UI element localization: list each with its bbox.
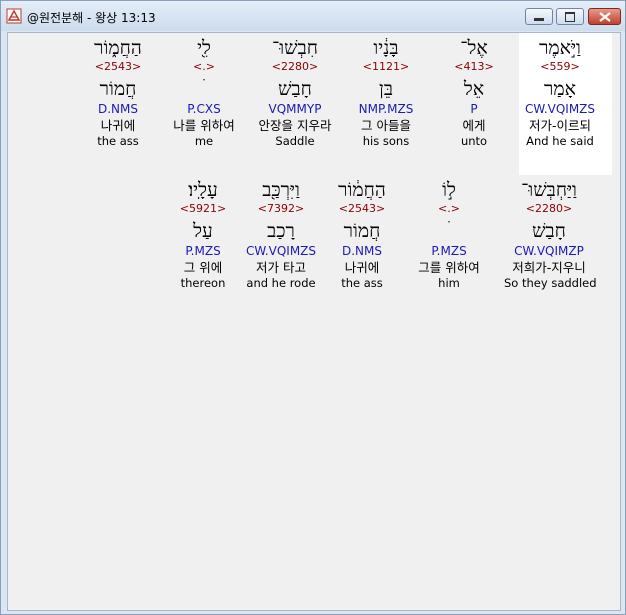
word-cell[interactable]: הַחֲמ֔וֹר <2543> חֲמוֹר D.NMS 나귀에 the ass bbox=[317, 179, 407, 290]
korean-gloss: 저가-이르되 bbox=[528, 118, 591, 133]
morph-code: P.MZS bbox=[431, 244, 467, 258]
korean-gloss: 저희가-지우니 bbox=[512, 260, 586, 275]
word-cell[interactable]: אֶל־ <413> אֵל P 에게 unto bbox=[429, 37, 519, 148]
hebrew-word: וַיִּרְכַּ֖ב bbox=[262, 179, 300, 201]
app-window: @원전분해 - 왕상 13:13 וַיֹּ֣אמֶר <559> אָמַר CW.… bbox=[0, 0, 626, 615]
morph-code: VQMMYP bbox=[268, 102, 322, 116]
english-gloss: thereon bbox=[180, 276, 226, 290]
korean-gloss: 안장을 지우라 bbox=[258, 118, 332, 133]
morph-code: D.NMS bbox=[97, 102, 138, 116]
morph-code: CW.VQIMZS bbox=[524, 102, 596, 116]
close-icon bbox=[599, 12, 611, 22]
strong-number[interactable]: <.> bbox=[404, 202, 494, 216]
hebrew-word: הַחֲמ֔וֹר bbox=[338, 179, 386, 201]
korean-gloss: 그 위에 bbox=[183, 260, 223, 275]
english-gloss: his sons bbox=[362, 134, 410, 148]
korean-gloss: 에게 bbox=[462, 118, 486, 133]
hebrew-word: בָּנָ֔יו bbox=[373, 37, 399, 59]
hebrew-word: ל֣וֹ bbox=[442, 179, 456, 201]
word-cell[interactable]: לִ֖י<.>ׄ P.CXS 나를 위하여me bbox=[159, 37, 249, 148]
close-button[interactable] bbox=[588, 8, 621, 25]
korean-gloss: 저가 타고 bbox=[256, 260, 306, 275]
maximize-button[interactable] bbox=[556, 8, 584, 25]
lemma: חָבַשׁ bbox=[532, 220, 566, 242]
lemma: חָבַשׁ bbox=[278, 78, 312, 100]
strong-number[interactable]: <2543> bbox=[73, 60, 163, 74]
word-cell[interactable]: וַיֹּ֣אמֶר <559> אָמַר CW.VQIMZS 저가-이르되 And h… bbox=[515, 37, 605, 148]
morph-code: CW.VQIMZP bbox=[514, 244, 584, 258]
maximize-icon bbox=[565, 12, 575, 22]
english-gloss: me bbox=[194, 134, 214, 148]
word-cell[interactable]: וַיַּחְבְּשׁוּ־ <2280> חָבַשׁ CW.VQIMZP 저희가-… bbox=[504, 179, 597, 290]
strong-number[interactable]: <.> bbox=[159, 60, 249, 74]
minimize-button[interactable] bbox=[525, 8, 553, 25]
app-icon bbox=[6, 8, 22, 24]
lemma: אֵל bbox=[463, 78, 485, 100]
lemma: רָכַב bbox=[267, 220, 295, 242]
korean-gloss: 그를 위하여 bbox=[418, 260, 480, 275]
lemma: ׄ bbox=[404, 220, 494, 242]
strong-number[interactable]: <2280> bbox=[250, 60, 340, 74]
lemma: ׄ bbox=[159, 78, 249, 100]
hebrew-word: הַחֲמ֑וֹר bbox=[94, 37, 142, 59]
morph-code: CW.VQIMZS bbox=[245, 244, 317, 258]
hebrew-word: אֶל־ bbox=[460, 37, 488, 59]
morph-code: NMP.MZS bbox=[358, 102, 414, 116]
title-bar[interactable]: @원전분해 - 왕상 13:13 bbox=[1, 1, 625, 31]
english-gloss: Saddle bbox=[275, 134, 315, 148]
hebrew-word: וַיֹּ֣אמֶר bbox=[539, 37, 581, 59]
strong-number[interactable]: <2280> bbox=[504, 202, 594, 216]
word-cell[interactable]: חִבְשׁוּ־ <2280> חָבַשׁ VQMMYP 안장을 지우라 Saddle bbox=[250, 37, 340, 148]
analysis-pane: וַיֹּ֣אמֶר <559> אָמַר CW.VQIMZS 저가-이르되 And h… bbox=[7, 32, 621, 611]
english-gloss: the ass bbox=[341, 276, 383, 290]
strong-number[interactable]: <2543> bbox=[317, 202, 407, 216]
hebrew-word: לִ֖י bbox=[197, 37, 211, 59]
word-cell[interactable]: וַיִּרְכַּ֖ב <7392> רָכַב CW.VQIMZS 저가 타고 and… bbox=[236, 179, 326, 290]
korean-gloss: 나를 위하여 bbox=[173, 118, 235, 133]
english-gloss: And he said bbox=[526, 134, 594, 148]
lemma: עַל bbox=[193, 220, 213, 242]
minimize-icon bbox=[534, 18, 544, 21]
korean-gloss: 그 아들을 bbox=[361, 118, 411, 133]
hebrew-word: עָלָֽיו׃ bbox=[188, 179, 218, 201]
word-cell[interactable]: עָלָֽיו׃ <5921> עַל P.MZS 그 위에 thereon bbox=[158, 179, 248, 290]
lemma: בֵּן bbox=[379, 78, 393, 100]
lemma: חֲמוֹר bbox=[99, 78, 137, 100]
strong-number[interactable]: <5921> bbox=[158, 202, 248, 216]
morph-code: P bbox=[470, 102, 478, 116]
lemma: אָמַר bbox=[544, 78, 576, 100]
strong-number[interactable]: <413> bbox=[429, 60, 519, 74]
english-gloss: the ass bbox=[97, 134, 139, 148]
korean-gloss: 나귀에 bbox=[100, 118, 136, 133]
hebrew-word: חִבְשׁוּ־ bbox=[272, 37, 318, 59]
morph-code: D.NMS bbox=[341, 244, 382, 258]
word-cell[interactable]: ל֣וֹ<.>ׄ P.MZS 그를 위하여him bbox=[404, 179, 494, 290]
morph-code: P.MZS bbox=[185, 244, 221, 258]
english-gloss: him bbox=[438, 276, 460, 290]
english-gloss: and he rode bbox=[246, 276, 316, 290]
english-gloss: unto bbox=[460, 134, 488, 148]
strong-number[interactable]: <559> bbox=[515, 60, 605, 74]
window-title: @원전분해 - 왕상 13:13 bbox=[27, 11, 156, 25]
morph-code: P.CXS bbox=[187, 102, 221, 116]
strong-number[interactable]: <1121> bbox=[341, 60, 431, 74]
korean-gloss: 나귀에 bbox=[344, 260, 380, 275]
hebrew-word: וַיַּחְבְּשׁוּ־ bbox=[521, 179, 577, 201]
word-cell[interactable]: בָּנָ֔יו <1121> בֵּן NMP.MZS 그 아들을 his sons bbox=[341, 37, 431, 148]
lemma: חֲמוֹר bbox=[343, 220, 381, 242]
word-cell[interactable]: הַחֲמ֑וֹר <2543> חֲמוֹר D.NMS 나귀에 the ass bbox=[73, 37, 163, 148]
english-gloss: So they saddled bbox=[504, 276, 597, 290]
strong-number[interactable]: <7392> bbox=[236, 202, 326, 216]
